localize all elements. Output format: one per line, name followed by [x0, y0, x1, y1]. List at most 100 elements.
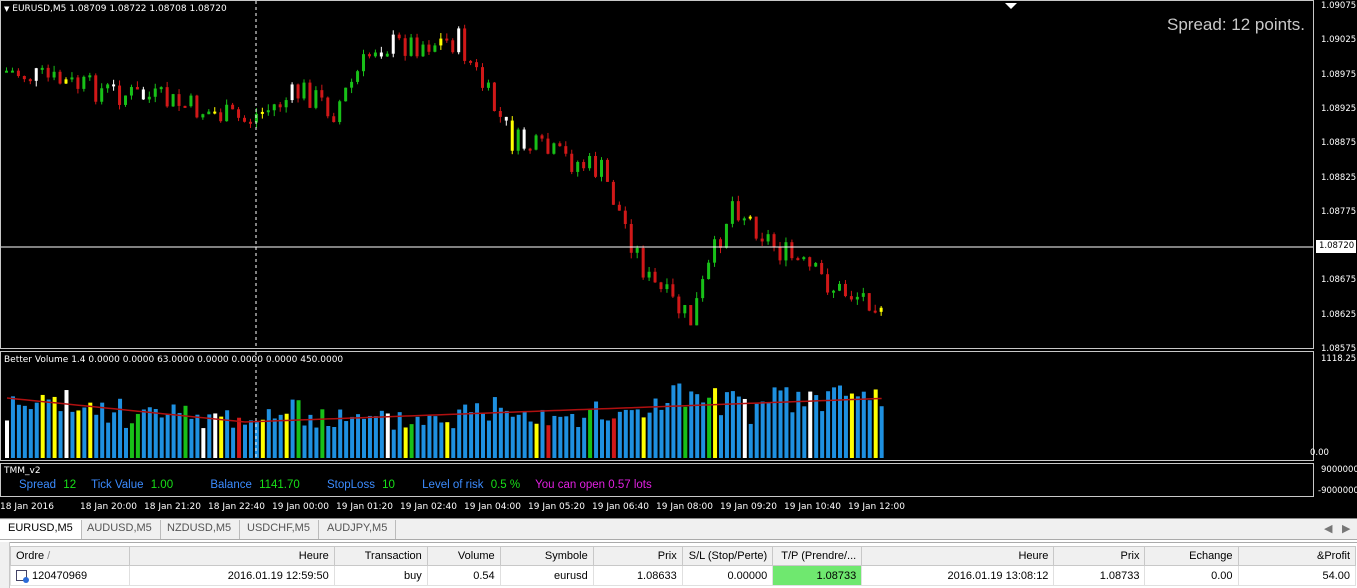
candle-body — [350, 81, 354, 88]
column-header[interactable]: Heure — [129, 546, 335, 566]
volume-bar — [320, 409, 325, 458]
candle-body — [510, 120, 514, 151]
column-header[interactable]: S/L (Stop/Perte) — [681, 546, 774, 566]
volume-bar — [659, 409, 664, 458]
candle-body — [58, 71, 62, 84]
column-header[interactable]: Transaction — [333, 546, 428, 566]
candle-body — [588, 155, 592, 169]
volume-bar — [778, 390, 783, 458]
volume-bar — [683, 406, 688, 458]
price-axis-label: 1.08775 — [1321, 206, 1357, 217]
volume-bar — [873, 389, 878, 458]
volume-bar — [183, 405, 188, 458]
candle-body — [243, 117, 246, 122]
tmm-indicator-pane[interactable]: TMM_v2 Spread 12 Tick Value 1.00 Balance… — [0, 463, 1314, 497]
table-cell-value: 0.00 — [1211, 569, 1233, 582]
column-header[interactable]: Heure — [861, 546, 1055, 566]
volume-bar — [647, 412, 652, 458]
candle-body — [475, 62, 479, 68]
candle-body — [124, 95, 127, 105]
table-row[interactable]: 120470969 2016.01.19 12:59:50 buy 0.54 eurus… — [9, 565, 1357, 586]
tab-scroll-left-icon[interactable]: ◀ — [1324, 522, 1332, 535]
column-header[interactable]: Volume — [426, 546, 501, 566]
volume-bar — [5, 420, 9, 458]
candle-body — [855, 296, 859, 300]
volume-bar — [838, 385, 842, 458]
volume-bar — [141, 409, 146, 458]
price-axis-label: 1.09025 — [1321, 35, 1357, 46]
column-header[interactable]: Prix — [1053, 546, 1146, 566]
candle-body — [528, 148, 532, 151]
candle-body — [843, 283, 847, 297]
candle-body — [617, 204, 621, 211]
price-axis-label: 1.08875 — [1321, 138, 1357, 149]
tmm-tick-label: Tick Value — [91, 479, 144, 491]
column-header[interactable]: &Profit — [1237, 546, 1357, 566]
tmm-axis: 9000000 -9000000 — [1314, 463, 1357, 498]
price-chart-pane[interactable]: ▼ EURUSD,M5 1.08709 1.08722 1.08708 1.08… — [0, 0, 1314, 349]
volume-bar — [397, 412, 402, 458]
candle-body — [296, 84, 300, 99]
tab-nzdusdm5[interactable]: NZDUSD,M5 — [159, 520, 241, 539]
column-header[interactable]: Symbole — [499, 546, 594, 566]
column-header[interactable]: Ordre / — [9, 546, 131, 566]
candle-body — [790, 242, 794, 259]
tab-audusdm5[interactable]: AUDUSD,M5 — [79, 520, 161, 539]
table-cell: 1.08633 — [592, 565, 683, 586]
volume-bar — [385, 413, 390, 458]
tmm-axis-top: 9000000 — [1321, 465, 1357, 475]
candle-body — [760, 238, 764, 242]
time-axis[interactable]: 18 Jan 2016 18 Jan 20:00 18 Jan 21:20 18 Ja… — [0, 498, 1314, 516]
tmm-tick-value: 1.00 — [150, 479, 174, 491]
candle-body — [534, 135, 538, 150]
candle-body — [379, 52, 383, 57]
candle-body — [540, 135, 544, 139]
volume-bar — [296, 400, 301, 458]
candle-body — [22, 76, 26, 80]
volume-bar — [724, 392, 729, 458]
volume-bar — [677, 383, 682, 458]
volume-bar — [219, 416, 224, 458]
candles — [5, 24, 883, 326]
time-axis-label: 19 Jan 00:00 — [272, 502, 329, 512]
candle-body — [207, 111, 211, 115]
column-header[interactable]: Prix — [592, 546, 683, 566]
tab-scroll-right-icon[interactable]: ▶ — [1342, 522, 1350, 535]
volume-bar — [635, 409, 640, 458]
table-cell-value: 1.08733 — [816, 569, 857, 582]
candle-body — [451, 40, 455, 53]
volume-bar — [504, 410, 509, 458]
table-cell: 1.08733 — [772, 565, 863, 586]
candle-body — [463, 28, 467, 61]
time-axis-label: 19 Jan 10:40 — [784, 502, 841, 512]
candle-body — [629, 224, 633, 253]
volume-indicator-pane[interactable]: Better Volume 1.4 0.0000 0.0000 63.0000 … — [0, 351, 1314, 461]
candle-body — [290, 84, 294, 101]
volume-bar — [100, 402, 105, 458]
volume-bar — [855, 396, 860, 458]
column-header[interactable]: T/P (Prendre/... — [772, 546, 863, 566]
volume-bar — [843, 395, 848, 458]
candle-body — [552, 143, 556, 154]
column-header[interactable]: Echange — [1144, 546, 1239, 566]
candle-body — [165, 87, 169, 107]
tab-eurusdm5[interactable]: EURUSD,M5 — [0, 520, 82, 539]
tab-audjpym5[interactable]: AUDJPY,M5 — [319, 520, 397, 539]
chart-window[interactable]: ▼ EURUSD,M5 1.08709 1.08722 1.08708 1.08… — [0, 0, 1357, 518]
volume-bar — [564, 416, 569, 458]
price-axis[interactable]: 1.09075 1.09025 1.08975 1.08925 1.08875 1.088… — [1314, 0, 1357, 354]
volume-bar — [82, 407, 87, 458]
tab-usdchfm5[interactable]: USDCHF,M5 — [239, 520, 319, 539]
tmm-spread-label: Spread — [19, 479, 57, 491]
candle-body — [522, 129, 526, 149]
volume-bar — [481, 412, 485, 458]
volume-bar — [701, 402, 706, 458]
volume-bar — [124, 427, 128, 458]
volume-bar — [195, 414, 200, 458]
volume-bar — [665, 403, 670, 458]
time-axis-label: 18 Jan 2016 — [0, 502, 54, 512]
candle-body — [129, 87, 133, 96]
volume-histogram — [5, 352, 884, 460]
table-cell-value: 120470969 — [32, 569, 88, 582]
volume-bar — [629, 410, 634, 458]
